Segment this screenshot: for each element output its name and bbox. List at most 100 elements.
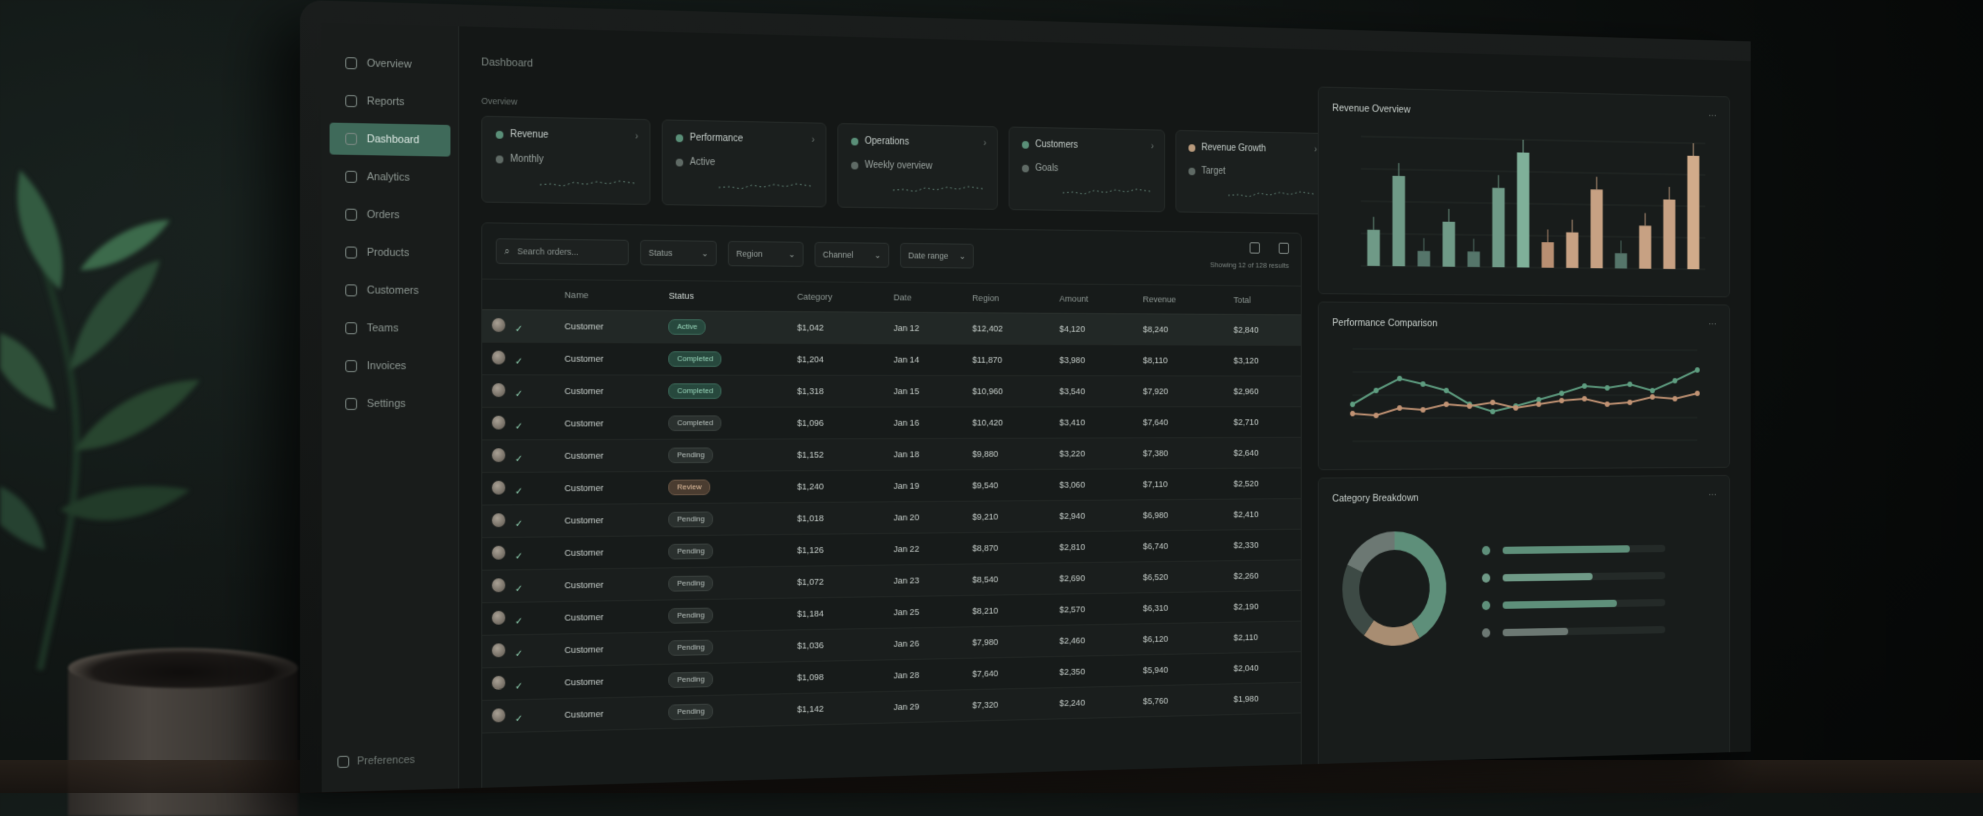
check-icon[interactable]: ✓ xyxy=(515,648,523,659)
bar-chart-more-icon[interactable]: ··· xyxy=(1709,111,1717,121)
cell-value: $1,072 xyxy=(797,576,824,587)
gridline xyxy=(1361,201,1705,206)
filter-dropdown[interactable]: Region⌄ xyxy=(728,241,804,267)
kpi-value: Target xyxy=(1201,166,1225,177)
chevron-right-icon[interactable]: › xyxy=(1151,142,1154,152)
kpi-card[interactable]: Revenue Growth Target › xyxy=(1175,130,1328,215)
filter-icon[interactable] xyxy=(1279,243,1289,254)
check-icon[interactable]: ✓ xyxy=(515,713,523,724)
chevron-right-icon[interactable]: › xyxy=(635,132,638,143)
cell-value: $1,142 xyxy=(797,703,824,714)
column-header[interactable]: Status xyxy=(659,281,788,312)
table-cell-revenue: $6,740 xyxy=(1134,530,1225,562)
check-icon[interactable]: ✓ xyxy=(515,486,523,497)
check-icon[interactable]: ✓ xyxy=(515,681,523,692)
kpi-card[interactable]: CustomersGoals› xyxy=(1009,127,1165,213)
column-header[interactable]: Name xyxy=(555,280,659,311)
column-header-select[interactable] xyxy=(482,280,555,311)
table-cell-total: $2,520 xyxy=(1225,468,1301,499)
chevron-right-icon[interactable]: › xyxy=(811,135,814,146)
sidebar-item-9[interactable]: Settings xyxy=(330,388,451,420)
cell-value: $7,980 xyxy=(972,637,998,648)
check-icon[interactable]: ✓ xyxy=(515,389,523,400)
chevron-right-icon[interactable]: › xyxy=(1314,145,1317,155)
bar xyxy=(1687,156,1699,270)
column-header[interactable]: Date xyxy=(884,283,963,313)
status-badge: Pending xyxy=(669,447,713,463)
sidebar-item-4[interactable]: Orders xyxy=(330,198,451,231)
table-row[interactable]: ✓CustomerPending$1,152Jan 18$9,880$3,220… xyxy=(482,437,1301,472)
table-cell-total: $2,960 xyxy=(1225,376,1301,407)
table-cell-status: Pending xyxy=(659,566,788,600)
check-icon[interactable]: ✓ xyxy=(515,421,523,432)
status-dot xyxy=(496,155,504,163)
donut-chart-more-icon[interactable]: ··· xyxy=(1709,490,1717,500)
sidebar-item-3[interactable]: Analytics xyxy=(330,161,451,195)
line-chart-more-icon[interactable]: ··· xyxy=(1709,320,1717,330)
table-cell-date: Jan 16 xyxy=(884,407,963,439)
data-point xyxy=(1650,388,1655,393)
column-header[interactable]: Category xyxy=(788,282,885,312)
row-select-cell: ✓ xyxy=(482,666,555,700)
cell-value: $7,110 xyxy=(1143,479,1168,489)
search-input[interactable]: ⌕ Search orders... xyxy=(496,238,629,265)
check-icon[interactable]: ✓ xyxy=(515,454,523,465)
status-badge: Pending xyxy=(669,576,713,592)
filter-dropdown[interactable]: Channel⌄ xyxy=(815,242,890,268)
table-row[interactable]: ✓CustomerActive$1,042Jan 12$12,402$4,120… xyxy=(482,310,1301,346)
chevron-right-icon[interactable]: › xyxy=(983,138,986,149)
sidebar-item-7[interactable]: Teams xyxy=(330,312,451,344)
sidebar-item-2[interactable]: Dashboard xyxy=(330,123,451,157)
check-icon[interactable]: ✓ xyxy=(515,356,523,367)
avatar xyxy=(492,545,505,559)
check-icon[interactable]: ✓ xyxy=(515,324,523,335)
cell-value: $8,540 xyxy=(972,574,998,585)
sidebar-item-1[interactable]: Reports xyxy=(330,85,451,119)
kpi-value: Monthly xyxy=(510,154,543,165)
table-cell-name: Customer xyxy=(555,343,659,376)
sidebar-item-0[interactable]: Overview xyxy=(330,47,451,82)
gridline xyxy=(1353,440,1698,441)
table-cell-total: $2,710 xyxy=(1225,407,1301,438)
filter-dropdown[interactable]: Date range⌄ xyxy=(900,243,974,269)
table-cell-cat: $1,240 xyxy=(788,470,885,502)
sidebar-item-label: Customers xyxy=(367,285,419,297)
table-cell-amount: $2,690 xyxy=(1051,562,1135,594)
table-cell-cat: $1,072 xyxy=(788,565,885,598)
filter-dropdown[interactable]: Status⌄ xyxy=(640,240,717,266)
kpi-title-row: Revenue Growth xyxy=(1188,142,1315,155)
kpi-card[interactable]: RevenueMonthly› xyxy=(481,116,650,205)
sidebar-item-8[interactable]: Invoices xyxy=(330,350,451,382)
toolbar-actions: Showing 12 of 128 results xyxy=(1210,242,1289,270)
table-row[interactable]: ✓CustomerCompleted$1,096Jan 16$10,420$3,… xyxy=(482,407,1301,440)
status-dot xyxy=(851,137,858,145)
data-point xyxy=(1444,388,1449,394)
sidebar-footer[interactable]: Preferences xyxy=(337,754,414,768)
check-icon[interactable]: ✓ xyxy=(515,519,523,530)
column-header[interactable]: Amount xyxy=(1051,284,1135,313)
check-icon[interactable]: ✓ xyxy=(515,583,523,594)
cell-value: $8,110 xyxy=(1143,355,1168,365)
cell-value: $2,410 xyxy=(1234,509,1259,519)
export-icon[interactable] xyxy=(1250,242,1260,253)
cell-value: $2,350 xyxy=(1059,666,1085,677)
column-header[interactable]: Region xyxy=(963,284,1050,314)
column-header[interactable]: Total xyxy=(1225,286,1301,315)
table-row[interactable]: ✓CustomerCompleted$1,318Jan 15$10,960$3,… xyxy=(482,375,1301,408)
kpi-card[interactable]: OperationsWeekly overview› xyxy=(837,123,998,210)
sidebar-item-5[interactable]: Products xyxy=(330,236,451,269)
section-label: Overview xyxy=(481,96,517,107)
sidebar-item-6[interactable]: Customers xyxy=(330,274,451,307)
cell-value: $6,310 xyxy=(1143,603,1168,614)
check-icon[interactable]: ✓ xyxy=(515,616,523,627)
column-header[interactable]: Revenue xyxy=(1134,285,1225,314)
data-point xyxy=(1350,411,1355,417)
check-icon[interactable]: ✓ xyxy=(515,551,523,562)
table-cell-revenue: $6,980 xyxy=(1134,499,1225,531)
cell-value: Jan 15 xyxy=(893,386,919,397)
cell-value: $2,260 xyxy=(1234,571,1259,582)
breadcrumb[interactable]: Dashboard xyxy=(481,56,533,69)
table-row[interactable]: ✓CustomerCompleted$1,204Jan 14$11,870$3,… xyxy=(482,342,1301,376)
kpi-card[interactable]: PerformanceActive› xyxy=(662,119,827,207)
legend-dot xyxy=(1482,628,1490,637)
